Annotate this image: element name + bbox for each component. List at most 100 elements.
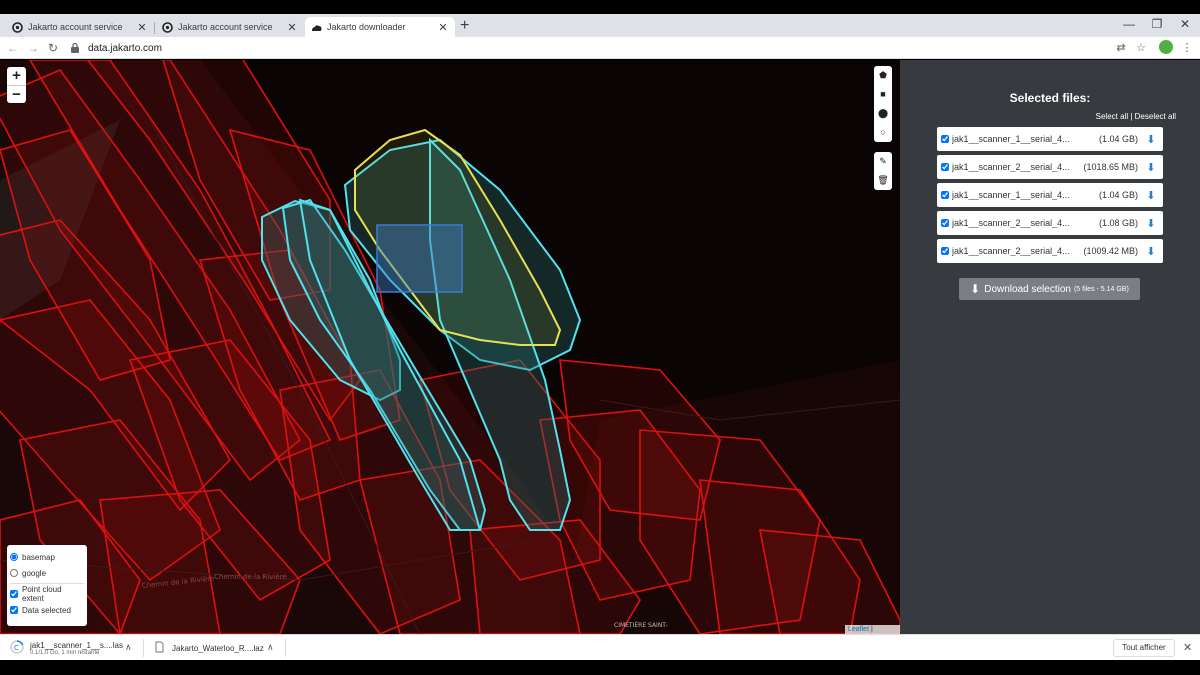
close-icon[interactable]: ✕ (1183, 641, 1192, 654)
svg-text:Chemin de la Rivière: Chemin de la Rivière (214, 573, 287, 581)
layer-label: google (22, 568, 47, 578)
profile-avatar[interactable] (1159, 40, 1173, 54)
download-item[interactable]: C jak1__scanner_1__s....las 0.1/1.0 Go, … (10, 638, 123, 658)
close-icon[interactable]: ✕ (437, 21, 449, 34)
basemap-radio[interactable] (10, 553, 18, 561)
address-bar[interactable]: data.jakarto.com (70, 39, 1100, 57)
svg-text:CIMETIÈRE SAINT-: CIMETIÈRE SAINT- (614, 621, 668, 629)
window-close-icon[interactable]: ✕ (1175, 15, 1195, 33)
shelf-divider (143, 639, 144, 657)
draw-circle-icon[interactable]: ○ (874, 123, 892, 142)
file-checkbox[interactable] (941, 191, 949, 199)
close-icon[interactable]: ✕ (136, 21, 148, 34)
download-status: 0.1/1.0 Go, 1 min restante (30, 649, 100, 656)
shelf-divider (285, 639, 286, 657)
reload-icon[interactable]: ↻ (44, 39, 62, 57)
tab-downloader[interactable]: Jakarto downloader ✕ (305, 17, 455, 37)
select-all-link[interactable]: Select all (1096, 112, 1128, 121)
draw-marker-icon[interactable]: ⬤ (874, 104, 892, 123)
layer-option-basemap[interactable]: basemap (10, 549, 84, 565)
layer-label: basemap (22, 552, 55, 562)
draw-polygon-icon[interactable]: ⬟ (874, 66, 892, 85)
file-size: (1.08 GB) (1098, 218, 1138, 228)
letterbox-bottom (0, 660, 1200, 675)
file-checkbox[interactable] (941, 247, 949, 255)
download-file-name: Jakarto_Waterloo_R....laz (172, 643, 264, 653)
tab-account-1[interactable]: Jakarto account service ✕ (6, 17, 154, 37)
layer-option-google[interactable]: google (10, 565, 84, 581)
trash-icon[interactable]: 🗑 (874, 171, 892, 190)
tab-title: Jakarto downloader (327, 22, 406, 32)
google-radio[interactable] (10, 569, 18, 577)
file-size: (1018.65 MB) (1083, 162, 1138, 172)
lock-icon (70, 42, 82, 54)
layer-label: Point cloud extent (22, 585, 62, 603)
download-selection-label: Download selection (984, 283, 1071, 295)
chevron-up-icon[interactable]: ∧ (267, 642, 274, 653)
layer-label: Data selected (22, 605, 71, 615)
file-row: jak1__scanner_1__serial_4... (1.04 GB) ⬇ (937, 127, 1163, 151)
chevron-up-icon[interactable]: ∧ (125, 642, 132, 653)
file-row: jak1__scanner_2__serial_4... (1018.65 MB… (937, 155, 1163, 179)
download-icon: ⬇ (970, 282, 981, 296)
deselect-all-link[interactable]: Deselect all (1135, 112, 1176, 121)
file-row: jak1__scanner_2__serial_4... (1009.42 MB… (937, 239, 1163, 263)
tab-strip: Jakarto account service ✕ Jakarto accoun… (0, 14, 1200, 37)
download-icon[interactable]: ⬇ (1144, 217, 1158, 230)
tab-account-2[interactable]: Jakarto account service ✕ (156, 17, 304, 37)
point-cloud-extent-checkbox[interactable] (10, 590, 18, 598)
data-selected-checkbox[interactable] (10, 606, 18, 614)
download-progress-icon: C (10, 640, 24, 656)
leaflet-link[interactable]: Leaflet (848, 626, 869, 633)
file-checkbox[interactable] (941, 219, 949, 227)
file-checkbox[interactable] (941, 135, 949, 143)
zoom-in-button[interactable]: + (7, 67, 26, 85)
new-tab-button[interactable]: + (460, 16, 469, 36)
forward-icon[interactable]: → (24, 39, 42, 57)
file-checkbox[interactable] (941, 163, 949, 171)
download-selection-button[interactable]: ⬇ Download selection (5 files - 5.14 GB) (959, 278, 1140, 300)
selection-links: Select all | Deselect all (1096, 112, 1176, 121)
circle-logo-icon (162, 21, 173, 33)
back-icon[interactable]: ← (4, 39, 22, 57)
menu-kebab-icon[interactable]: ⋮ (1179, 40, 1195, 56)
download-icon[interactable]: ⬇ (1144, 189, 1158, 202)
overlay-point-cloud-extent[interactable]: Point cloud extent (10, 585, 84, 603)
edit-icon[interactable]: ✎ (874, 152, 892, 171)
download-icon[interactable]: ⬇ (1144, 245, 1158, 258)
download-item[interactable]: Jakarto_Waterloo_R....laz (155, 638, 264, 658)
overlay-data-selected[interactable]: Data selected (10, 602, 84, 618)
layers-control: basemap google Point cloud extent Data s… (7, 545, 87, 626)
minimize-icon[interactable]: — (1119, 15, 1139, 33)
download-file-name: jak1__scanner_1__s....las (30, 640, 123, 650)
download-icon[interactable]: ⬇ (1144, 133, 1158, 146)
tab-separator (154, 22, 155, 34)
browser-toolbar: ← → ↻ data.jakarto.com ⇄ ☆ ⋮ (0, 37, 1200, 59)
file-size: (1.04 GB) (1098, 134, 1138, 144)
file-name: jak1__scanner_2__serial_4... (952, 218, 1070, 228)
layers-divider (10, 583, 84, 584)
show-all-button[interactable]: Tout afficher (1113, 639, 1175, 657)
file-size: (1009.42 MB) (1083, 246, 1138, 256)
draw-rectangle-icon[interactable]: ■ (874, 85, 892, 104)
bookmark-star-icon[interactable]: ☆ (1133, 40, 1149, 56)
file-row: jak1__scanner_1__serial_4... (1.04 GB) ⬇ (937, 183, 1163, 207)
panel-title: Selected files: (1009, 91, 1091, 105)
letterbox-top (0, 0, 1200, 14)
svg-text:C: C (14, 644, 19, 652)
restore-icon[interactable]: ❐ (1147, 15, 1167, 33)
translate-icon[interactable]: ⇄ (1113, 40, 1129, 56)
zoom-out-button[interactable]: − (7, 85, 26, 103)
tab-title: Jakarto account service (28, 22, 123, 32)
close-icon[interactable]: ✕ (286, 21, 298, 34)
file-row: jak1__scanner_2__serial_4... (1.08 GB) ⬇ (937, 211, 1163, 235)
map-view[interactable]: Chemin de la Rivière Chemin de la Rivièr… (0, 60, 900, 634)
tab-title: Jakarto account service (178, 22, 273, 32)
circle-logo-icon (12, 21, 23, 33)
map-attribution: Leaflet | cartodb (845, 625, 900, 634)
zoom-control: + − (7, 67, 26, 103)
cloud-logo-icon (311, 22, 322, 33)
attribution-separator: | (869, 626, 873, 633)
map-canvas[interactable]: Chemin de la Rivière Chemin de la Rivièr… (0, 60, 900, 634)
download-icon[interactable]: ⬇ (1144, 161, 1158, 174)
